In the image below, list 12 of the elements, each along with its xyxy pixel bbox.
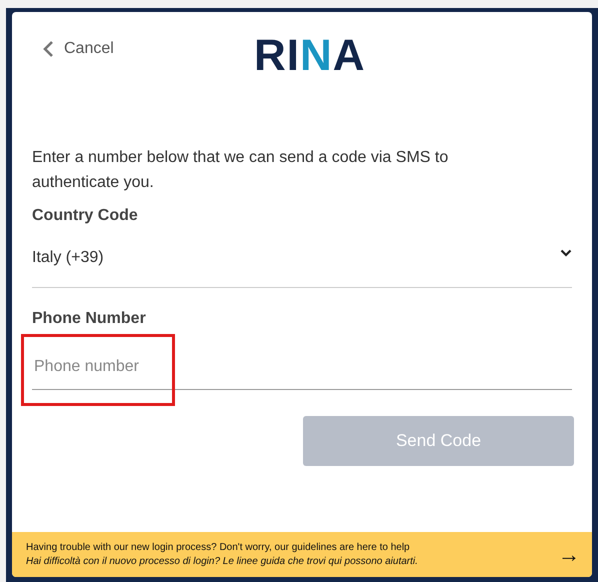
- back-chevron-icon: [42, 40, 54, 58]
- help-banner[interactable]: Having trouble with our new login process? Don't worry, our guidelines are here to help Hai difficoltà con il nuovo processo di login? Le linee guida che trovi qui possono aiutarti. →: [12, 532, 592, 577]
- field-label: Country Code: [32, 207, 139, 225]
- dropdown-chevron-icon: [560, 249, 572, 257]
- country-select[interactable]: Italy (+39): [32, 249, 572, 288]
- logo: RINA: [254, 34, 366, 78]
- help-text: Having trouble with our new login process? Don't worry, our guidelines are here to help: [26, 540, 411, 554]
- field-label: Phone Number: [32, 310, 147, 328]
- instruction-text: Enter a number below that we can send a code via SMS to authenticate you.: [32, 148, 450, 193]
- arrow-icon[interactable]: →: [558, 544, 580, 566]
- help-text: Hai difficoltà con il nuovo processo di login? Le linee guida che trovi qui possono aiutarti.: [26, 554, 418, 568]
- cancel-link[interactable]: Cancel: [42, 40, 114, 58]
